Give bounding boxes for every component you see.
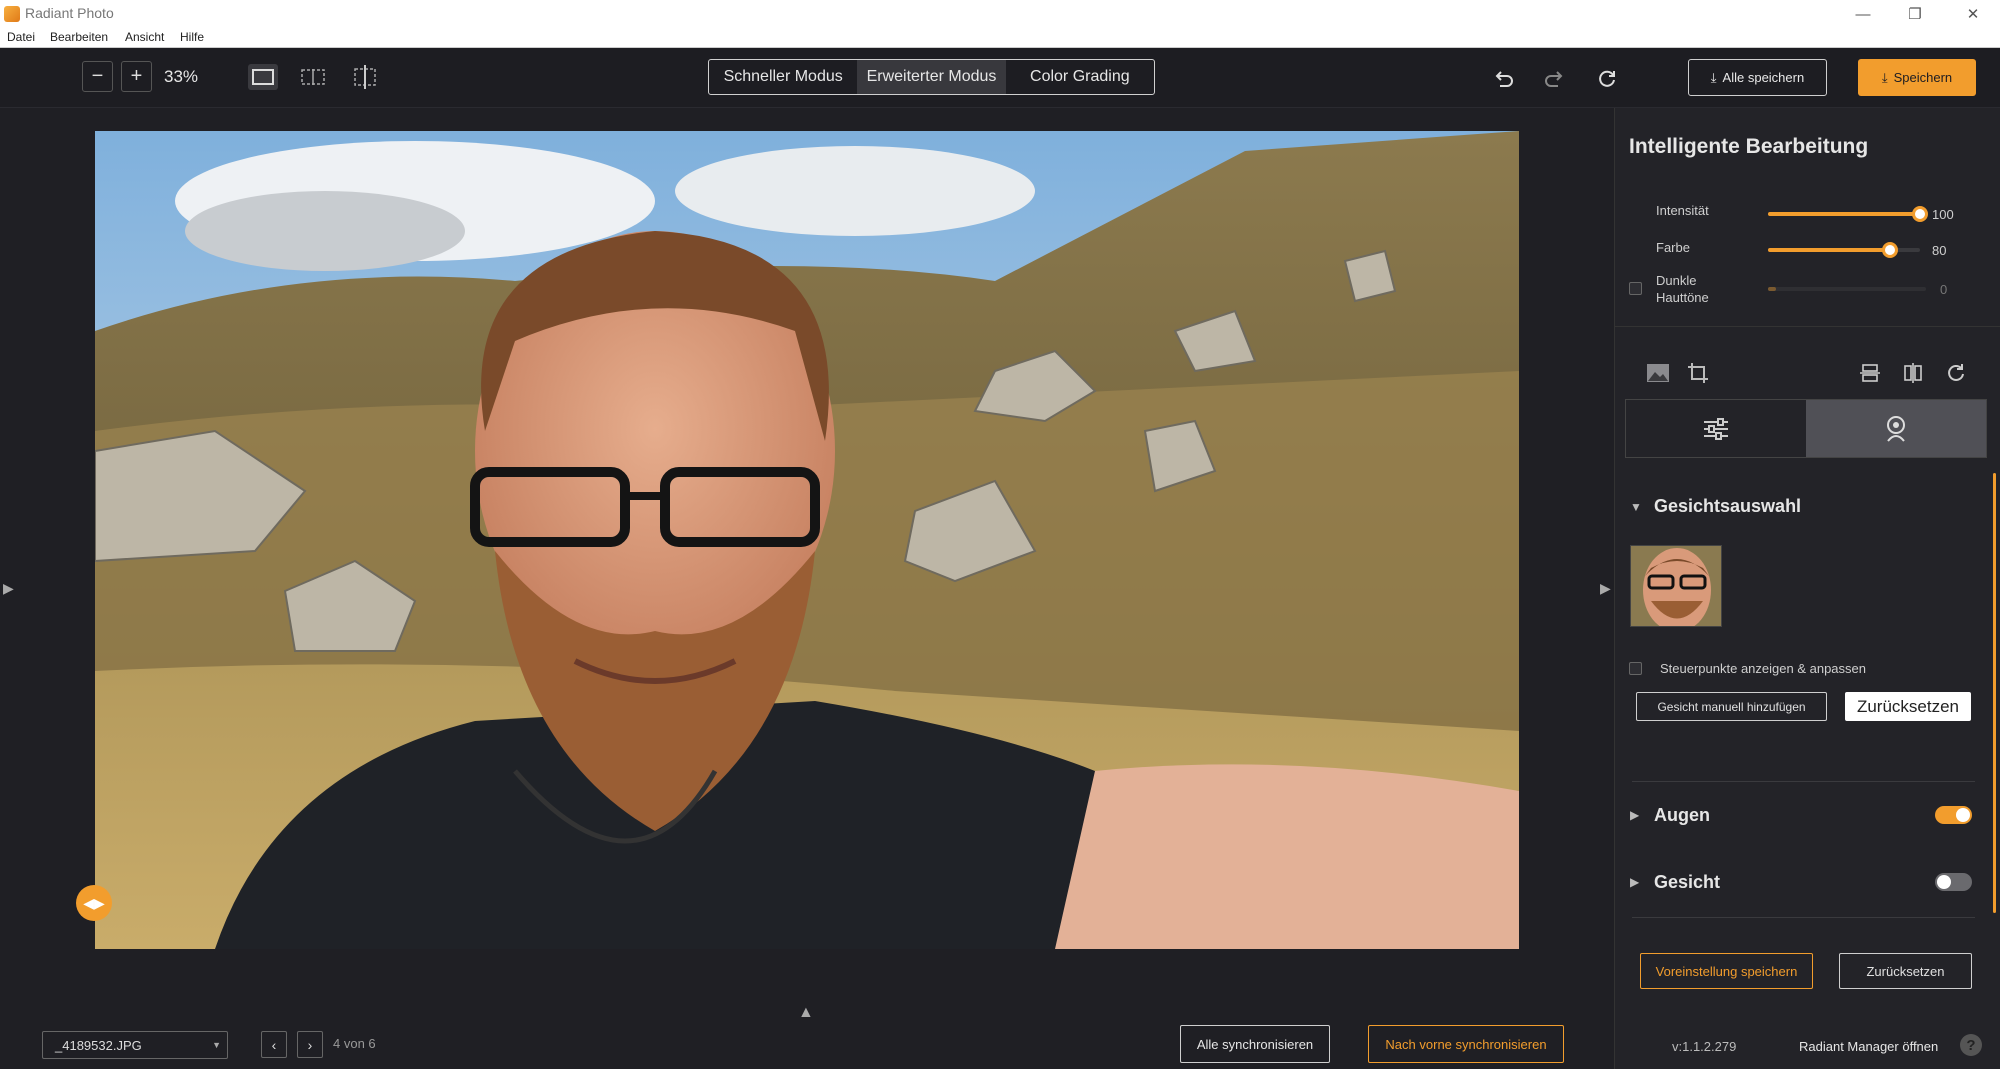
download-icon: ⤓	[1710, 69, 1717, 85]
close-icon[interactable]: ✕	[1950, 0, 1996, 28]
crop-icon[interactable]	[1686, 361, 1710, 390]
save-preset-button[interactable]: Voreinstellung speichern	[1640, 953, 1813, 989]
zoom-out-button[interactable]: −	[82, 61, 113, 92]
control-points-checkbox[interactable]	[1629, 662, 1642, 675]
caret-right-icon[interactable]: ▶	[1630, 808, 1639, 822]
menu-hilfe[interactable]: Hilfe	[180, 30, 204, 44]
sync-forward-button[interactable]: Nach vorne synchronisieren	[1368, 1025, 1564, 1063]
tab-portrait[interactable]	[1806, 400, 1986, 457]
previous-image-button[interactable]: ‹	[261, 1031, 287, 1058]
filmstrip-toggle-icon[interactable]: ▲	[798, 1004, 814, 1022]
add-face-button[interactable]: Gesicht manuell hinzufügen	[1636, 692, 1827, 721]
version-label: v:1.1.2.279	[1672, 1039, 1737, 1054]
eyes-toggle[interactable]	[1935, 806, 1972, 824]
app-logo-icon	[4, 6, 20, 22]
menu-bearbeiten[interactable]: Bearbeiten	[50, 30, 108, 44]
control-points-label: Steuerpunkte anzeigen & anpassen	[1660, 661, 1866, 676]
file-select-value: _4189532.JPG	[55, 1038, 142, 1053]
dark-skin-slider	[1768, 287, 1926, 291]
color-slider[interactable]	[1768, 242, 1920, 258]
sliders-icon	[1704, 417, 1728, 440]
zoom-in-button[interactable]: +	[121, 61, 152, 92]
reset-rotate-icon[interactable]	[1592, 64, 1622, 94]
zoom-level: 33%	[164, 67, 199, 86]
intensity-slider[interactable]	[1768, 206, 1928, 222]
slider-label-color: Farbe	[1656, 240, 1690, 255]
flip-vertical-icon[interactable]	[1860, 363, 1880, 388]
face-section-title: Gesichtsauswahl	[1654, 496, 1802, 516]
left-panel-toggle-icon[interactable]: ▶	[3, 580, 14, 597]
single-view-icon[interactable]	[248, 64, 278, 90]
photo-preview	[95, 131, 1519, 949]
adjustment-tabs	[1625, 399, 1987, 458]
tab-adjustments[interactable]	[1626, 400, 1806, 457]
title-bar: Radiant Photo — ❐ ✕	[0, 0, 2000, 28]
page-info: 4 von 6	[333, 1036, 376, 1051]
right-panel-toggle-icon[interactable]: ▶	[1600, 580, 1611, 597]
tab-color-grading[interactable]: Color Grading	[1006, 60, 1154, 94]
face-toggle[interactable]	[1935, 873, 1972, 891]
save-label: Speichern	[1893, 70, 1953, 85]
face-section-toggle-title: Gesicht	[1654, 872, 1721, 892]
intensity-slider-knob[interactable]	[1912, 206, 1928, 222]
save-all-label: Alle speichern	[1722, 70, 1805, 85]
minimize-icon[interactable]: —	[1840, 0, 1886, 28]
caret-down-icon[interactable]: ▼	[1630, 500, 1642, 514]
eyes-section-title: Augen	[1654, 805, 1710, 825]
file-select[interactable]: _4189532.JPG ▼	[42, 1031, 228, 1059]
restore-icon[interactable]: ❐	[1892, 0, 1938, 28]
open-manager-link[interactable]: Radiant Manager öffnen	[1799, 1039, 1938, 1054]
slider-label-intensity: Intensität	[1656, 203, 1709, 218]
save-button[interactable]: ⤓ Speichern	[1858, 59, 1976, 96]
dark-skin-value: 0	[1940, 282, 1948, 297]
intensity-value: 100	[1932, 207, 1954, 222]
panel-scrollbar[interactable]	[1993, 473, 1996, 913]
mode-switcher: Schneller Modus Erweiterter Modus Color …	[708, 59, 1155, 95]
color-slider-knob[interactable]	[1882, 242, 1898, 258]
save-all-button[interactable]: ⤓ Alle speichern	[1688, 59, 1827, 96]
undo-icon[interactable]	[1488, 64, 1518, 94]
split-view-icon[interactable]	[298, 64, 328, 90]
chevron-left-icon: ‹	[271, 1036, 277, 1053]
help-icon[interactable]: ?	[1960, 1034, 1982, 1056]
dark-skin-checkbox[interactable]	[1629, 282, 1642, 295]
chevron-down-icon: ▼	[212, 1040, 221, 1050]
dark-skin-label-line1: Dunkle	[1656, 273, 1697, 288]
window-title: Radiant Photo	[25, 5, 114, 21]
menu-datei[interactable]: Datei	[7, 30, 35, 44]
face-thumbnail[interactable]	[1630, 545, 1722, 627]
download-icon: ⤓	[1881, 69, 1888, 85]
face-retouch-icon	[1887, 415, 1905, 442]
compare-view-icon[interactable]	[350, 62, 380, 92]
color-value: 80	[1932, 243, 1947, 258]
reset-button[interactable]: Zurücksetzen	[1839, 953, 1972, 989]
image-icon[interactable]	[1646, 363, 1670, 388]
chevron-right-icon: ›	[307, 1036, 313, 1053]
tab-erweiterter-modus[interactable]: Erweiterter Modus	[857, 60, 1006, 94]
compare-handle-icon[interactable]: ◀▶	[76, 885, 112, 921]
reset-face-button[interactable]: Zurücksetzen	[1845, 692, 1971, 721]
caret-right-icon[interactable]: ▶	[1630, 875, 1639, 889]
redo-icon[interactable]	[1540, 64, 1570, 94]
sync-all-button[interactable]: Alle synchronisieren	[1180, 1025, 1330, 1063]
next-image-button[interactable]: ›	[297, 1031, 323, 1058]
menu-bar: Datei Bearbeiten Ansicht Hilfe	[0, 28, 2000, 48]
panel-title: Intelligente Bearbeitung	[1629, 135, 1869, 158]
dark-skin-label-line2: Hauttöne	[1656, 290, 1709, 305]
menu-ansicht[interactable]: Ansicht	[125, 30, 164, 44]
tab-schneller-modus[interactable]: Schneller Modus	[709, 60, 857, 94]
rotate-icon[interactable]	[1946, 363, 1966, 388]
flip-horizontal-icon[interactable]	[1903, 363, 1923, 388]
